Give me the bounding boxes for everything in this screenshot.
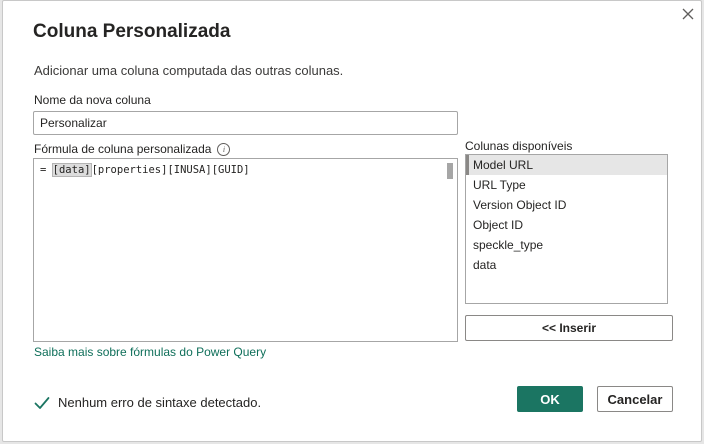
checkmark-icon xyxy=(34,396,50,409)
new-column-name-input[interactable] xyxy=(33,111,458,135)
insert-button[interactable]: << Inserir xyxy=(465,315,673,341)
info-icon[interactable]: i xyxy=(217,143,231,157)
available-columns-list[interactable]: Model URL URL Type Version Object ID Obj… xyxy=(465,154,668,304)
list-item[interactable]: data xyxy=(466,255,667,275)
syntax-status: Nenhum erro de sintaxe detectado. xyxy=(34,395,261,410)
list-item[interactable]: Object ID xyxy=(466,215,667,235)
formula-scrollbar-thumb[interactable] xyxy=(447,163,453,179)
formula-label: Fórmula de coluna personalizada xyxy=(34,142,212,156)
dialog-subtitle: Adicionar uma coluna computada das outra… xyxy=(34,63,344,78)
list-item[interactable]: Model URL xyxy=(466,155,667,175)
formula-text[interactable]: = [data][properties][INUSA][GUID] xyxy=(40,163,250,177)
list-item[interactable]: speckle_type xyxy=(466,235,667,255)
formula-label-row: Fórmula de coluna personalizada i xyxy=(34,142,231,157)
formula-editor[interactable]: = [data][properties][INUSA][GUID] xyxy=(33,158,458,342)
syntax-status-text: Nenhum erro de sintaxe detectado. xyxy=(58,395,262,410)
custom-column-dialog: Coluna Personalizada Adicionar uma colun… xyxy=(2,0,702,442)
learn-more-link[interactable]: Saiba mais sobre fórmulas do Power Query xyxy=(34,345,266,359)
ok-button[interactable]: OK xyxy=(517,386,583,412)
formula-highlight: [data] xyxy=(51,163,92,177)
formula-rest: [properties][INUSA][GUID] xyxy=(91,164,250,176)
close-icon xyxy=(682,8,694,20)
formula-prefix: = xyxy=(40,164,53,176)
list-item[interactable]: Version Object ID xyxy=(466,195,667,215)
available-columns-label: Colunas disponíveis xyxy=(465,139,573,153)
list-item[interactable]: URL Type xyxy=(466,175,667,195)
close-button[interactable] xyxy=(677,3,699,25)
cancel-button[interactable]: Cancelar xyxy=(597,386,673,412)
new-column-label: Nome da nova coluna xyxy=(34,93,151,107)
dialog-title: Coluna Personalizada xyxy=(33,21,231,42)
